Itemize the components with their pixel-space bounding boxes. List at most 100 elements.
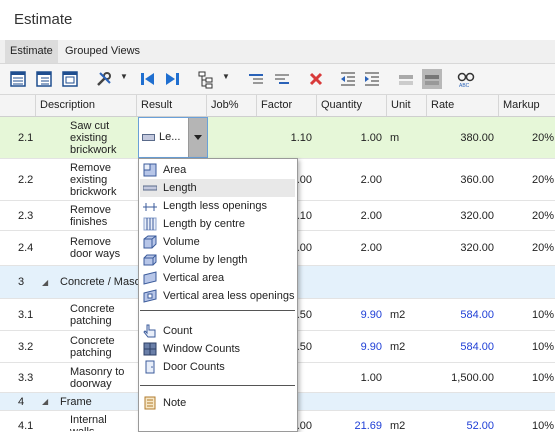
collapse-group-icon[interactable]: ◢ [42,266,48,298]
row-description[interactable]: Concrete patching [66,331,136,362]
menu-item-length-less-openings[interactable]: Length less openings [140,197,295,215]
tools-icon[interactable] [94,69,114,89]
menu-item-door-counts[interactable]: Door Counts [140,358,295,376]
row-unit[interactable]: m2 [386,299,426,330]
row-unit[interactable]: m2 [386,331,426,362]
length-icon [143,185,157,191]
row-unit[interactable] [386,231,426,265]
row-unit[interactable] [386,201,426,230]
menu-item-label: Length [163,182,197,194]
row-description[interactable]: Concrete patching [66,299,136,330]
row-description[interactable]: Remove existing brickwork [66,159,136,200]
row-number: 3.3 [18,371,34,384]
menu-item-vertical-area-less-openings[interactable]: Vertical area less openings [140,287,295,305]
row-quantity[interactable]: 1.00 [316,363,386,392]
row-quantity[interactable]: 2.00 [316,159,386,200]
menu-item-label: Length less openings [163,200,267,212]
tab-estimate[interactable]: Estimate [5,40,58,63]
row-rate[interactable]: 584.00 [426,331,498,362]
row-markup[interactable]: 20% [498,231,555,265]
row-quantity[interactable]: 2.00 [316,231,386,265]
row-markup[interactable]: 20% [498,117,555,158]
chevron-down-icon [194,135,202,140]
decrease-indent-icon[interactable] [338,69,358,89]
menu-item-label: Length by centre [163,218,245,230]
row-quantity[interactable]: 2.00 [316,201,386,230]
report-view-icon[interactable] [60,69,80,89]
menu-item-length[interactable]: Length [140,179,295,197]
row-unit[interactable]: m2 [386,411,426,432]
row-markup[interactable]: 10% [498,299,555,330]
row-rate[interactable]: 52.00 [426,411,498,432]
row-unit[interactable] [386,159,426,200]
tools-dropdown-icon[interactable]: ▼ [120,72,128,86]
result-value: Le... [159,131,181,143]
grid-view-icon[interactable] [8,69,28,89]
table-row[interactable]: 2.1 Saw cut existing brickwork 1.10 1.00… [0,117,555,159]
menu-item-window-counts[interactable]: Window Counts [140,340,295,358]
outdent-icon[interactable] [272,69,292,89]
title-bar: Estimate [0,0,555,40]
col-unit[interactable]: Unit [386,95,426,116]
svg-text:ABC: ABC [459,83,470,89]
hierarchy-icon[interactable] [196,69,216,89]
prev-icon[interactable] [138,69,158,89]
tab-grouped-views[interactable]: Grouped Views [60,40,145,63]
menu-item-volume[interactable]: Volume [140,233,295,251]
row-markup[interactable]: 20% [498,201,555,230]
row-unit[interactable]: m [386,117,426,158]
row-quantity[interactable]: 21.69 [316,411,386,432]
row-description[interactable]: Internal walls [66,411,136,432]
collapse-icon[interactable] [396,69,416,89]
col-job-pct[interactable]: Job% [206,95,256,116]
row-markup[interactable]: 10% [498,411,555,432]
row-description[interactable]: Remove finishes [66,201,136,230]
row-description[interactable]: Remove door ways [66,231,136,265]
menu-item-volume-by-length[interactable]: Volume by length [140,251,295,269]
row-rate[interactable]: 320.00 [426,201,498,230]
row-quantity[interactable]: 9.90 [316,299,386,330]
col-rate[interactable]: Rate [426,95,498,116]
row-number: 3.1 [18,308,34,321]
length-by-centre-icon [143,217,157,231]
increase-indent-icon[interactable] [362,69,382,89]
row-description[interactable]: Masonry to doorway [66,363,136,392]
spell-check-icon[interactable]: ABC [456,69,476,89]
row-rate[interactable]: 584.00 [426,299,498,330]
row-quantity[interactable]: 1.00 [316,117,386,158]
collapse-group-icon[interactable]: ◢ [42,393,48,410]
row-markup[interactable]: 20% [498,159,555,200]
row-markup[interactable]: 10% [498,363,555,392]
menu-item-vertical-area[interactable]: Vertical area [140,269,295,287]
row-quantity[interactable]: 9.90 [316,331,386,362]
row-number: 4.1 [18,419,34,432]
expand-icon[interactable] [422,69,442,89]
col-result[interactable]: Result [136,95,206,116]
menu-item-note[interactable]: Note [140,394,295,412]
next-icon[interactable] [162,69,182,89]
row-rate[interactable]: 380.00 [426,117,498,158]
row-factor[interactable]: 1.10 [256,117,316,158]
row-unit[interactable] [386,363,426,392]
result-dropdown-button[interactable] [188,118,207,157]
menu-item-length-by-centre[interactable]: Length by centre [140,215,295,233]
list-view-icon[interactable] [34,69,54,89]
row-description[interactable]: Saw cut existing brickwork [66,117,136,158]
col-quantity[interactable]: Quantity [316,95,386,116]
row-number: 2.3 [18,209,34,222]
row-rate[interactable]: 1,500.00 [426,363,498,392]
menu-item-area[interactable]: Area [140,161,295,179]
indent-icon[interactable] [246,69,266,89]
row-markup[interactable]: 10% [498,331,555,362]
row-number: 2.1 [18,131,34,144]
row-rate[interactable]: 320.00 [426,231,498,265]
col-description[interactable]: Description [35,95,136,116]
menu-item-count[interactable]: Count [140,322,295,340]
row-rate[interactable]: 360.00 [426,159,498,200]
delete-icon[interactable] [306,69,326,89]
menu-separator [140,385,295,386]
col-markup[interactable]: Markup [498,95,555,116]
result-editor[interactable]: Le... [138,117,208,158]
hierarchy-dropdown-icon[interactable]: ▼ [222,72,230,86]
col-factor[interactable]: Factor [256,95,316,116]
